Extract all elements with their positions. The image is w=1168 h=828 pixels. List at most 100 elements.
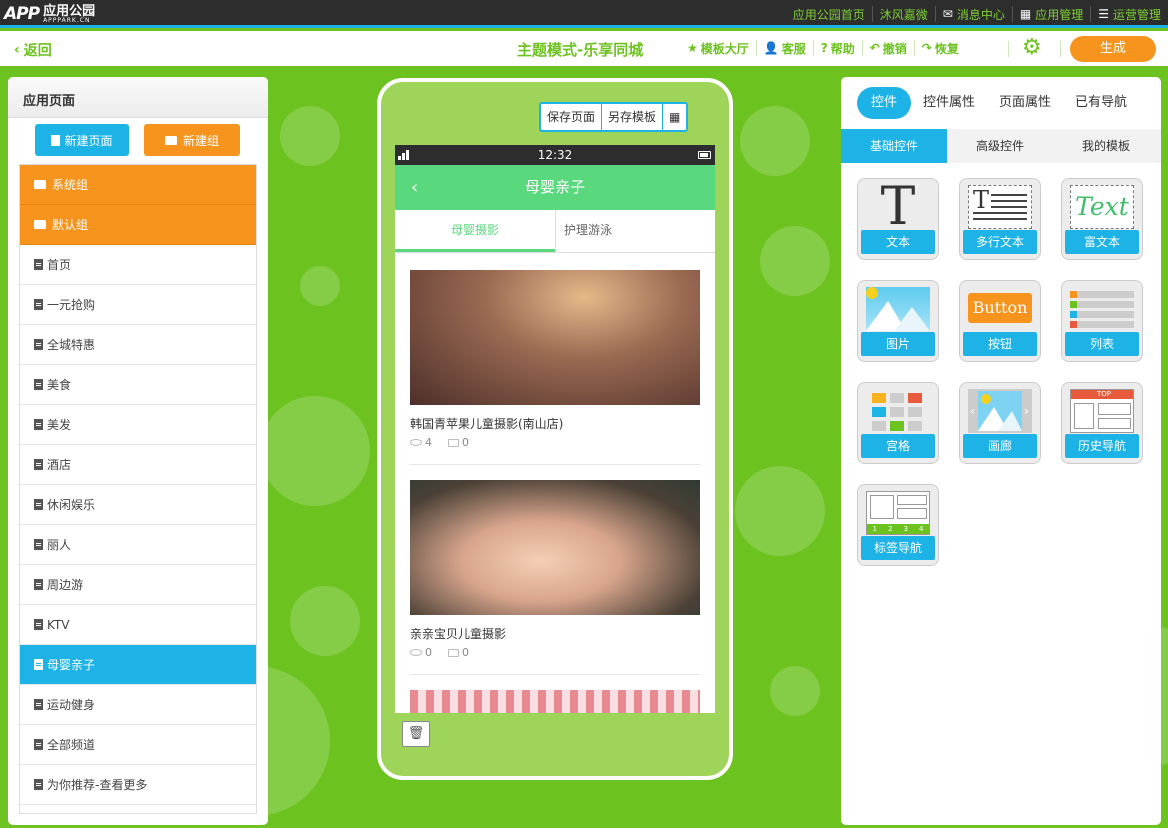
page-item-label: 酒店 — [47, 458, 72, 472]
page-item-label: 母婴亲子 — [47, 658, 96, 672]
top-bar: APP 应用公园 APPPARK.CN 应用公园首页 沐风嘉微 ✉ 消息中心 ▦ 应用… — [0, 0, 1168, 28]
comment-icon — [448, 648, 459, 657]
page-item[interactable]: 全部频道 — [20, 725, 256, 765]
page-item[interactable]: 周边游 — [20, 565, 256, 605]
signal-icon — [398, 150, 409, 160]
tab-basic-widgets[interactable]: 基础控件 — [841, 129, 947, 163]
widget-image[interactable]: 图片 — [857, 280, 939, 362]
save-page-button[interactable]: 保存页面 — [541, 104, 601, 130]
widget-tab-nav[interactable]: 1234 标签导航 — [857, 484, 939, 566]
file-icon — [34, 379, 43, 390]
tab-widgets[interactable]: 控件 — [857, 87, 912, 119]
page-item-label: 一元抢购 — [47, 298, 96, 312]
folder-icon — [34, 180, 46, 189]
tab-page-props[interactable]: 页面属性 — [987, 87, 1063, 119]
top-link-operations[interactable]: ☰ 运营管理 — [1090, 6, 1168, 22]
page-item[interactable]: KTV — [20, 605, 256, 645]
tab-navigation[interactable]: 已有导航 — [1063, 87, 1139, 119]
file-icon — [34, 339, 43, 350]
qr-code-icon[interactable]: ▦ — [662, 104, 686, 130]
nav-title: 母婴亲子 — [524, 178, 585, 196]
user-icon: 👤 — [763, 41, 779, 55]
file-icon — [51, 134, 61, 146]
top-link-user[interactable]: 沐风嘉微 — [871, 6, 935, 22]
list-icon — [1070, 287, 1134, 331]
folder-open-icon — [34, 220, 46, 229]
mail-icon: ✉ — [942, 7, 953, 21]
widget-button[interactable]: Button 按钮 — [959, 280, 1041, 362]
top-link-messages[interactable]: ✉ 消息中心 — [934, 6, 1012, 22]
file-icon — [34, 779, 43, 790]
logo-mark: APP — [4, 4, 40, 24]
page-item-label: 全城特惠 — [47, 338, 96, 352]
image-icon — [866, 287, 930, 331]
tab-nav-icon: 1234 — [866, 491, 930, 535]
item-views: 0 — [425, 646, 432, 659]
brand-name: 应用公园 — [43, 3, 96, 19]
item-photo — [410, 690, 700, 713]
top-link-app-manage[interactable]: ▦ 应用管理 — [1011, 6, 1090, 22]
group-item-system[interactable]: 系统组 — [20, 165, 256, 205]
page-item[interactable]: 首页 — [20, 245, 256, 285]
widget-list[interactable]: 列表 — [1061, 280, 1143, 362]
widget-grid[interactable]: 宫格 — [857, 382, 939, 464]
page-item[interactable]: 为你推荐-查看更多 — [20, 765, 256, 805]
file-icon — [34, 499, 43, 510]
widget-rich-text[interactable]: Text 富文本 — [1061, 178, 1143, 260]
page-item[interactable]: 一元抢购 — [20, 285, 256, 325]
redo-button[interactable]: ↷ 恢复 — [913, 40, 966, 56]
list-item[interactable]: 韩国青苹果儿童摄影(南山店) 4 0 — [410, 270, 700, 449]
brand-logo[interactable]: APP 应用公园 APPPARK.CN — [4, 2, 95, 26]
gear-icon[interactable]: ⚙ — [1022, 37, 1044, 59]
trash-icon[interactable]: 🗑 — [402, 721, 430, 747]
new-group-button[interactable]: 新建组 — [144, 124, 240, 156]
generate-button[interactable]: 生成 — [1070, 36, 1156, 62]
file-icon — [34, 419, 43, 430]
file-icon — [34, 699, 43, 710]
new-page-button[interactable]: 新建页面 — [35, 124, 129, 156]
tab-advanced-widgets[interactable]: 高级控件 — [947, 129, 1053, 163]
divider — [410, 674, 700, 675]
chevron-left-icon: ‹ — [14, 42, 20, 58]
chevron-left-icon[interactable]: ‹ — [411, 165, 418, 210]
page-item[interactable]: 全城特惠 — [20, 325, 256, 365]
save-as-template-button[interactable]: 另存模板 — [601, 104, 662, 130]
page-item-label: 丽人 — [47, 538, 72, 552]
divider — [1008, 41, 1009, 57]
page-item[interactable]: 美发 — [20, 405, 256, 445]
support-button[interactable]: 👤 客服 — [755, 40, 813, 56]
content-tabs: 母婴摄影 护理游泳 — [395, 210, 715, 253]
template-hall-button[interactable]: ★ 模板大厅 — [680, 40, 756, 56]
top-link-home[interactable]: 应用公园首页 — [786, 6, 872, 22]
page-item[interactable]: 丽人 — [20, 525, 256, 565]
page-item-label: 休闲娱乐 — [47, 498, 96, 512]
tab-care-swim[interactable]: 护理游泳 — [555, 210, 715, 252]
undo-button[interactable]: ↶ 撤销 — [861, 40, 914, 56]
svg-text:›: › — [1024, 404, 1029, 418]
help-button[interactable]: ? 帮助 — [812, 40, 862, 56]
widget-gallery[interactable]: ‹ › 画廊 — [959, 382, 1041, 464]
list-item[interactable]: 亲亲宝贝儿童摄影 0 0 — [410, 480, 700, 659]
page-item[interactable]: 酒店 — [20, 445, 256, 485]
tab-baby-photo[interactable]: 母婴摄影 — [395, 210, 555, 252]
widget-history-nav[interactable]: TOP 历史导航 — [1061, 382, 1143, 464]
tab-widget-props[interactable]: 控件属性 — [911, 87, 987, 119]
list-icon: ☰ — [1098, 7, 1109, 21]
item-title: 韩国青苹果儿童摄影(南山店) — [410, 417, 564, 431]
page-item[interactable]: 运动健身 — [20, 685, 256, 725]
grid-icon — [866, 389, 930, 433]
widget-multiline-text[interactable]: T 多行文本 — [959, 178, 1041, 260]
page-item[interactable]: 母婴亲子 — [20, 645, 256, 685]
pages-panel: 应用页面 新建页面 新建组 系统组 默认组 首页 一元抢购 全城特惠 美食 美发 酒店 休闲… — [8, 77, 268, 825]
page-item[interactable]: 休闲娱乐 — [20, 485, 256, 525]
page-item[interactable]: 美食 — [20, 365, 256, 405]
star-icon: ★ — [687, 41, 698, 55]
panel-tabs: 控件 控件属性 页面属性 已有导航 — [857, 87, 1139, 119]
group-item-default[interactable]: 默认组 — [20, 205, 256, 245]
widget-text[interactable]: T 文本 — [857, 178, 939, 260]
list-item[interactable] — [410, 690, 700, 713]
eye-icon — [410, 439, 422, 446]
back-button[interactable]: ‹ 返回 — [14, 40, 52, 60]
folder-icon — [164, 135, 177, 145]
tab-my-templates[interactable]: 我的模板 — [1053, 129, 1159, 163]
